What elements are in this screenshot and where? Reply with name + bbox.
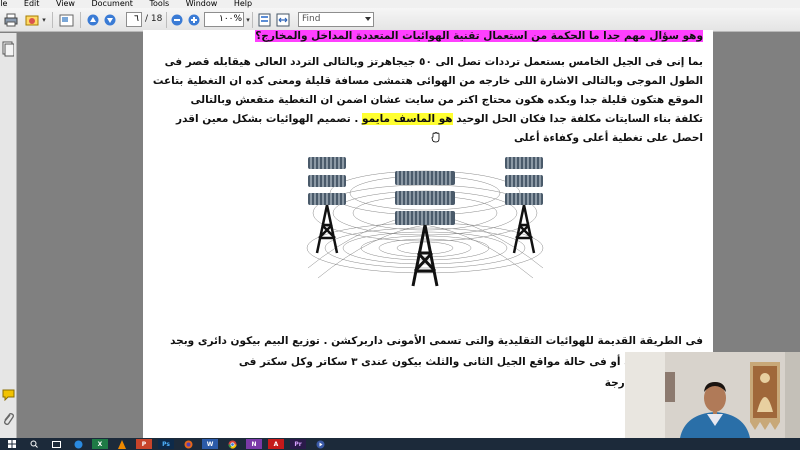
acrobat-icon[interactable]: A bbox=[268, 439, 284, 449]
navigation-panel bbox=[0, 33, 17, 438]
zoom-dropdown-icon[interactable]: ▾ bbox=[244, 11, 252, 29]
paragraph-text: . تصميم الهوائيات بشكل معين اقدر bbox=[176, 113, 363, 125]
pages-panel-icon[interactable] bbox=[2, 41, 15, 61]
premiere-icon[interactable]: Pr bbox=[290, 439, 306, 449]
windows-logo-icon[interactable] bbox=[4, 439, 20, 449]
menu-bar: ile Edit View Document Tools Window Help bbox=[0, 0, 800, 8]
paragraph-text: تكلفة بناء السايتات مكلفة جدا فكان الحل … bbox=[452, 113, 703, 125]
menu-document[interactable]: Document bbox=[92, 0, 133, 8]
menu-edit[interactable]: Edit bbox=[24, 0, 40, 8]
left-antenna-tower bbox=[308, 157, 346, 254]
presenter-webcam-overlay bbox=[625, 352, 800, 438]
paragraph-line: تكلفة بناء السايتات مكلفة جدا فكان الحل … bbox=[176, 113, 703, 125]
previous-page-icon[interactable] bbox=[86, 11, 100, 29]
paragraph-line: الموقع هتكون قليلة جدا وبكده هكون محتاج … bbox=[190, 94, 704, 106]
toolbar: ▾ ٦ / 18 ١٠٠% ▾ Find bbox=[0, 8, 800, 32]
chrome-icon[interactable] bbox=[224, 439, 240, 449]
onenote-icon[interactable]: N bbox=[246, 439, 262, 449]
highlighted-term: هو الماسف مايمو bbox=[362, 113, 453, 125]
menu-help[interactable]: Help bbox=[234, 0, 252, 8]
windows-taskbar: X P Ps W N A Pr bbox=[0, 438, 800, 450]
menu-tools[interactable]: Tools bbox=[150, 0, 170, 8]
print-icon[interactable] bbox=[3, 11, 19, 29]
email-icon[interactable] bbox=[24, 11, 40, 29]
paragraph-line: بما إنى فى الجيل الخامس بستعمل ترددات تص… bbox=[164, 56, 703, 68]
zoom-out-icon[interactable] bbox=[170, 11, 184, 29]
select-tool-icon[interactable] bbox=[58, 11, 74, 29]
excel-icon[interactable]: X bbox=[92, 439, 108, 449]
word-icon[interactable]: W bbox=[202, 439, 218, 449]
paragraph-line: احصل على تغطية أعلى وكفاءة أعلى bbox=[513, 132, 703, 144]
toolbar-separator bbox=[80, 12, 81, 28]
wall-tapestry bbox=[750, 362, 780, 430]
fit-page-icon[interactable] bbox=[256, 11, 272, 29]
search-icon[interactable] bbox=[26, 439, 42, 449]
zoom-in-icon[interactable] bbox=[187, 11, 201, 29]
edge-icon[interactable] bbox=[70, 439, 86, 449]
next-page-icon[interactable] bbox=[103, 11, 117, 29]
document-heading: وهو سؤال مهم جدا ما الحكمة من استعمال تق… bbox=[255, 30, 703, 42]
zoom-level-input[interactable]: ١٠٠% bbox=[204, 12, 244, 27]
paragraph-line: فى الطريقة القديمة للهوائيات التقليدية و… bbox=[170, 335, 703, 347]
menu-window[interactable]: Window bbox=[186, 0, 218, 8]
task-view-icon[interactable] bbox=[48, 439, 64, 449]
find-dropdown-icon[interactable] bbox=[365, 17, 371, 21]
media-player-icon[interactable] bbox=[312, 439, 328, 449]
powerpoint-icon[interactable]: P bbox=[136, 439, 152, 449]
right-antenna-tower bbox=[505, 157, 543, 254]
app-window: ile Edit View Document Tools Window Help… bbox=[0, 0, 800, 450]
photoshop-icon[interactable]: Ps bbox=[158, 439, 174, 449]
toolbar-separator bbox=[52, 12, 53, 28]
toolbar-separator bbox=[252, 12, 253, 28]
attachment-icon[interactable] bbox=[2, 411, 14, 430]
find-input-text: Find bbox=[302, 14, 321, 24]
vlc-icon[interactable] bbox=[114, 439, 130, 449]
massive-mimo-illustration bbox=[303, 153, 548, 288]
menu-view[interactable]: View bbox=[56, 0, 75, 8]
toolbar-separator bbox=[166, 12, 167, 28]
fit-width-icon[interactable] bbox=[275, 11, 291, 29]
hand-cursor-icon bbox=[431, 128, 441, 147]
document-heading-text: وهو سؤال مهم جدا ما الحكمة من استعمال تق… bbox=[255, 30, 703, 42]
email-dropdown-icon[interactable]: ▾ bbox=[41, 11, 47, 29]
page-number-input[interactable]: ٦ bbox=[126, 12, 142, 27]
find-input[interactable]: Find bbox=[298, 12, 374, 27]
page-total: / 18 bbox=[145, 14, 163, 24]
menu-file[interactable]: ile bbox=[0, 0, 7, 8]
firefox-icon[interactable] bbox=[180, 439, 196, 449]
paragraph-line: الطول الموجى وبالتالى الاشارة اللى خارجه… bbox=[152, 75, 703, 87]
comment-icon[interactable] bbox=[2, 386, 15, 405]
